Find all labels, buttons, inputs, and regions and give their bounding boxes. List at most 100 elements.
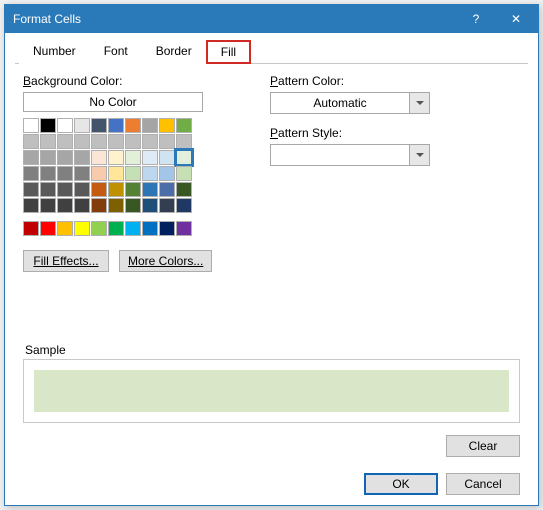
color-swatch[interactable] [142,118,158,133]
tab-number[interactable]: Number [19,40,90,64]
color-swatch[interactable] [108,134,124,149]
fill-effects-button[interactable]: Fill Effects... [23,250,109,272]
color-swatch[interactable] [142,134,158,149]
tabs: Number Font Border Fill [15,39,528,64]
color-swatch[interactable] [125,166,141,181]
clear-button[interactable]: Clear [446,435,520,457]
color-swatch[interactable] [40,134,56,149]
color-swatch[interactable] [176,198,192,213]
color-swatch[interactable] [91,198,107,213]
color-swatch[interactable] [40,221,56,236]
color-swatch[interactable] [23,221,39,236]
palette-buttons: Fill Effects... More Colors... [23,250,228,272]
color-swatch[interactable] [23,134,39,149]
color-swatch[interactable] [23,182,39,197]
color-swatch[interactable] [23,166,39,181]
color-swatch[interactable] [91,134,107,149]
color-swatch[interactable] [142,150,158,165]
pattern-color-combo[interactable]: Automatic [270,92,430,114]
sample-swatch [34,370,509,412]
color-swatch[interactable] [74,198,90,213]
color-swatch[interactable] [91,182,107,197]
pattern-color-label: Pattern Color: [270,74,520,88]
color-swatch[interactable] [74,134,90,149]
standard-colors-row [23,221,228,236]
color-swatch[interactable] [176,182,192,197]
color-swatch[interactable] [74,221,90,236]
color-swatch[interactable] [159,150,175,165]
color-swatch[interactable] [57,182,73,197]
color-swatch[interactable] [40,198,56,213]
color-swatch[interactable] [40,182,56,197]
color-swatch[interactable] [159,198,175,213]
color-swatch[interactable] [125,150,141,165]
color-swatch[interactable] [142,198,158,213]
color-swatch[interactable] [108,150,124,165]
tab-fill[interactable]: Fill [206,40,251,64]
palette-row [23,118,228,133]
dialog-title: Format Cells [13,12,456,26]
color-swatch[interactable] [176,150,192,165]
color-swatch[interactable] [125,134,141,149]
palette-row [23,198,228,213]
color-swatch[interactable] [159,221,175,236]
color-swatch[interactable] [159,166,175,181]
color-swatch[interactable] [40,150,56,165]
background-color-label: Background Color: [23,74,228,88]
color-swatch[interactable] [108,221,124,236]
cancel-button[interactable]: Cancel [446,473,520,495]
color-swatch[interactable] [91,221,107,236]
color-swatch[interactable] [176,221,192,236]
color-swatch[interactable] [91,166,107,181]
color-swatch[interactable] [74,166,90,181]
color-swatch[interactable] [142,166,158,181]
color-swatch[interactable] [91,118,107,133]
palette-row [23,166,228,181]
color-swatch[interactable] [142,221,158,236]
color-swatch[interactable] [176,166,192,181]
no-color-button[interactable]: No Color [23,92,203,112]
column-right: Pattern Color: Automatic Pattern Style: [270,74,520,272]
pattern-color-value: Automatic [271,93,409,113]
color-swatch[interactable] [125,198,141,213]
chevron-down-icon [409,145,429,165]
color-swatch[interactable] [108,198,124,213]
color-swatch[interactable] [176,118,192,133]
color-swatch[interactable] [40,118,56,133]
color-swatch[interactable] [57,198,73,213]
sample-area: Sample Clear [23,343,520,457]
ok-button[interactable]: OK [364,473,438,495]
color-swatch[interactable] [57,150,73,165]
color-swatch[interactable] [108,118,124,133]
color-swatch[interactable] [91,150,107,165]
color-swatch[interactable] [74,118,90,133]
color-swatch[interactable] [176,134,192,149]
sample-label: Sample [25,343,520,357]
close-button[interactable]: ✕ [496,6,536,32]
color-swatch[interactable] [57,134,73,149]
color-swatch[interactable] [108,166,124,181]
color-swatch[interactable] [23,118,39,133]
color-swatch[interactable] [159,134,175,149]
color-swatch[interactable] [74,150,90,165]
color-swatch[interactable] [125,221,141,236]
color-swatch[interactable] [57,166,73,181]
color-swatch[interactable] [159,118,175,133]
color-swatch[interactable] [40,166,56,181]
pattern-style-combo[interactable] [270,144,430,166]
help-button[interactable]: ? [456,6,496,32]
color-swatch[interactable] [57,118,73,133]
color-swatch[interactable] [74,182,90,197]
tab-border[interactable]: Border [142,40,206,64]
color-swatch[interactable] [23,150,39,165]
color-swatch[interactable] [159,182,175,197]
color-swatch[interactable] [108,182,124,197]
color-swatch[interactable] [125,182,141,197]
tab-font[interactable]: Font [90,40,142,64]
color-swatch[interactable] [23,198,39,213]
color-swatch[interactable] [57,221,73,236]
pattern-style-value [271,145,409,165]
color-swatch[interactable] [125,118,141,133]
color-swatch[interactable] [142,182,158,197]
more-colors-button[interactable]: More Colors... [119,250,212,272]
